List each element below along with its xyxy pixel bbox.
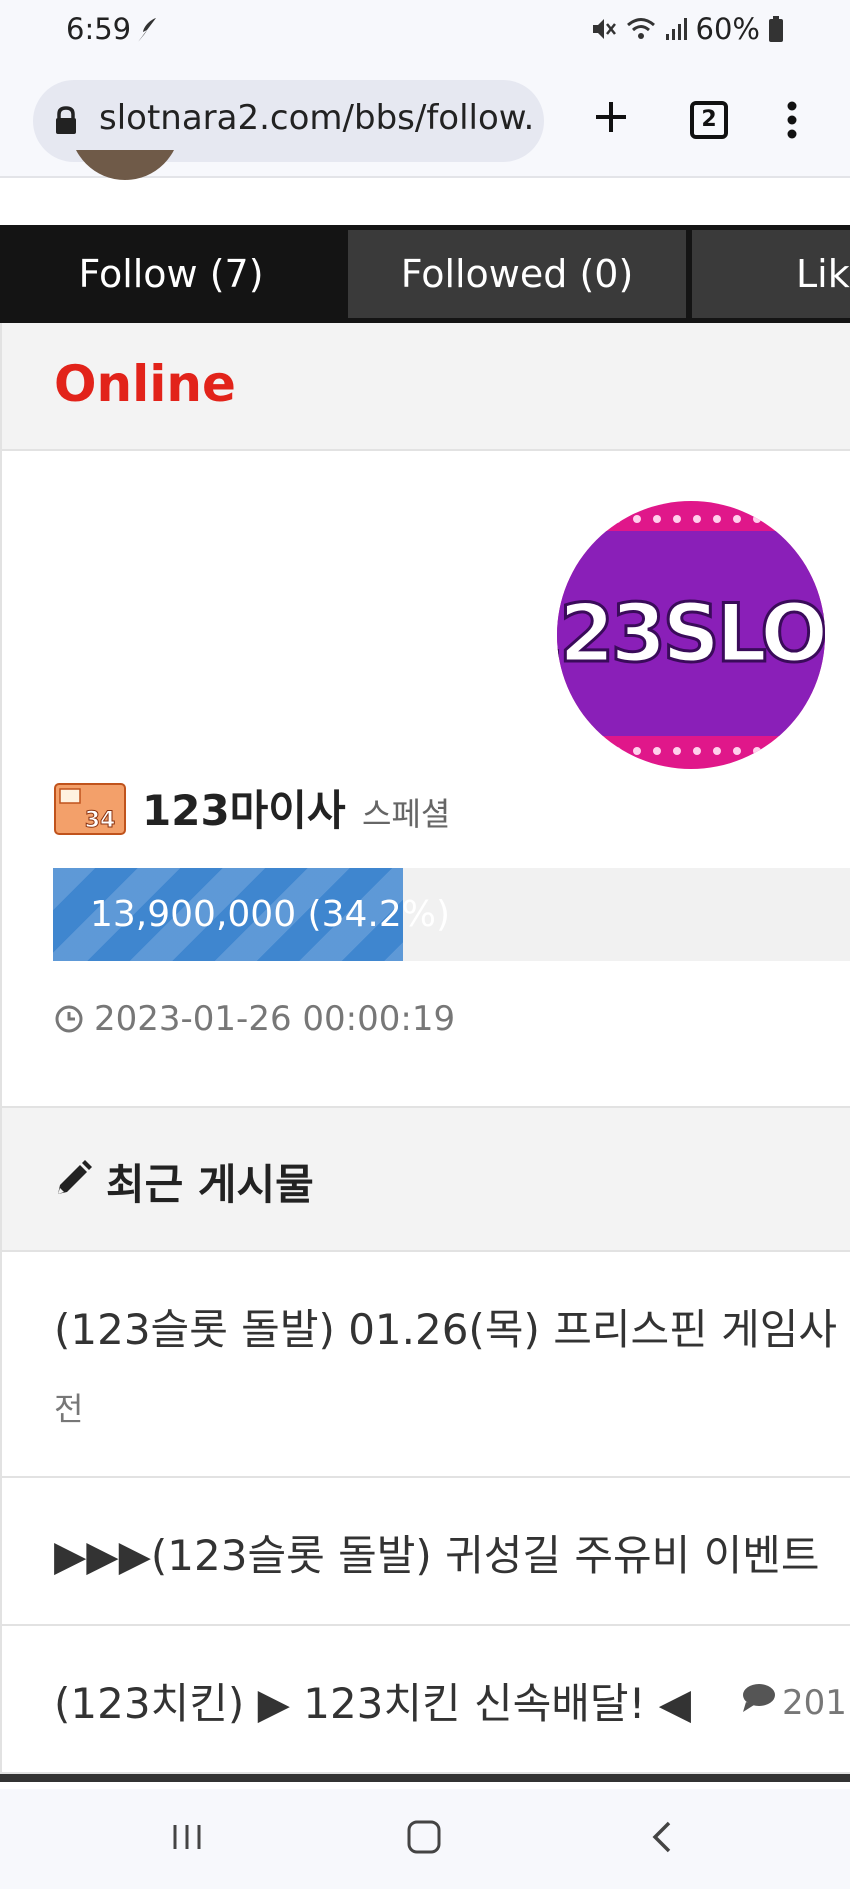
status-bar: 6:59 60% <box>0 0 850 60</box>
feather-icon <box>134 14 160 48</box>
svg-text:34: 34 <box>85 808 116 833</box>
list-item[interactable]: (123슬롯 돌발) 01.26(목) 프리스핀 게임사 전 <box>0 1252 850 1478</box>
status-time: 6:59 <box>66 12 132 46</box>
recent-posts-header: 최근 게시물 <box>0 1108 850 1252</box>
xp-progress-bar: 13,900,000 (34.2%) <box>53 868 850 961</box>
comment-count-value: 201 <box>782 1682 847 1723</box>
wifi-icon <box>626 15 656 43</box>
tab-followed[interactable]: Followed (0) <box>348 230 686 318</box>
post-title[interactable]: (123슬롯 돌발) 01.26(목) 프리스핀 게임사 <box>54 1296 837 1357</box>
lock-icon <box>53 105 79 141</box>
pencil-icon <box>52 1158 94 1204</box>
clock-icon <box>54 1004 84 1038</box>
list-item[interactable]: (123치킨) ▶ 123치킨 신속배달! ◀ 201 <box>0 1626 850 1774</box>
post-meta: 전 <box>54 1390 84 1428</box>
tab-follow[interactable]: Follow (7) <box>0 230 342 318</box>
new-tab-icon[interactable] <box>590 96 632 142</box>
list-item[interactable]: ▶▶▶(123슬롯 돌발) 귀성길 주유비 이벤트 <box>0 1478 850 1626</box>
online-section-header: Online <box>0 323 850 451</box>
tabs-icon[interactable]: 2 <box>690 101 728 139</box>
post-title[interactable]: ▶▶▶(123슬롯 돌발) 귀성길 주유비 이벤트 <box>54 1522 820 1583</box>
system-nav-bar <box>0 1789 850 1889</box>
home-icon[interactable] <box>406 1819 442 1859</box>
more-menu-icon[interactable] <box>786 100 798 144</box>
battery-icon <box>768 15 784 43</box>
divider <box>0 1774 850 1782</box>
level-badge-icon: 34 <box>54 783 126 835</box>
signal-icon <box>664 16 688 42</box>
url-text: slotnara2.com/bbs/follow. <box>99 98 535 138</box>
post-title[interactable]: (123치킨) ▶ 123치킨 신속배달! ◀ <box>54 1670 691 1731</box>
last-seen-time: 2023-01-26 00:00:19 <box>94 999 456 1039</box>
svg-text:123SLOT: 123SLOT <box>557 587 825 680</box>
follow-tabs: Follow (7) Followed (0) Lik <box>0 225 850 323</box>
xp-label: 13,900,000 (34.2%) <box>89 894 451 935</box>
online-heading: Online <box>54 355 236 413</box>
comment-icon <box>740 1682 776 1723</box>
mute-icon <box>590 15 618 43</box>
back-icon[interactable] <box>650 1819 674 1859</box>
tab-like[interactable]: Lik <box>692 230 850 318</box>
member-grade: 스페셜 <box>362 795 451 833</box>
battery-percent: 60% <box>695 12 760 46</box>
comment-count: 201 <box>740 1682 847 1723</box>
recents-icon[interactable] <box>170 1819 204 1859</box>
recent-posts-heading: 최근 게시물 <box>106 1160 314 1209</box>
user-avatar <box>70 150 180 190</box>
member-profile-image[interactable]: 123SLOT <box>557 501 825 769</box>
member-card: 123SLOT 34 123마이사 스페셜 13,900,000 (34.2%)… <box>0 451 850 1108</box>
member-name[interactable]: 123마이사 <box>142 777 346 838</box>
